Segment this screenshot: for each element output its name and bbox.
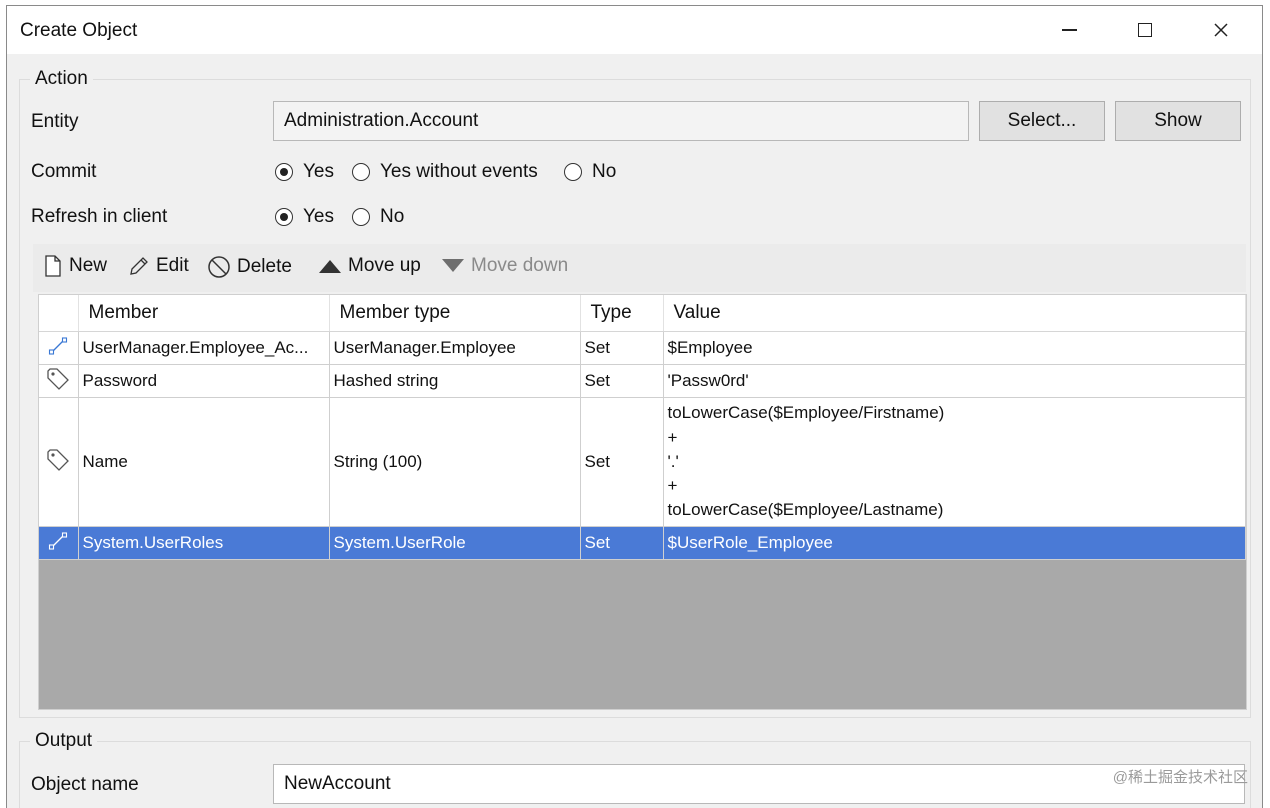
show-button[interactable]: Show [1115, 101, 1241, 141]
column-header-type[interactable]: Type [580, 295, 664, 332]
delete-button[interactable]: Delete [207, 255, 292, 279]
refresh-no-radio[interactable]: No [352, 206, 404, 228]
delete-label: Delete [237, 256, 292, 277]
type-cell: Set [580, 397, 664, 527]
maximize-icon [1138, 23, 1152, 37]
table-row[interactable]: Password Hashed string Set 'Passw0rd' [39, 364, 1246, 398]
object-name-value: NewAccount [284, 773, 391, 794]
object-name-input[interactable]: NewAccount [273, 764, 1245, 804]
type-cell: Set [580, 331, 664, 365]
triangle-up-icon [319, 260, 341, 273]
refresh-label: Refresh in client [31, 206, 168, 227]
type-cell: Set [580, 526, 664, 560]
value-cell: toLowerCase($Employee/Firstname) + '.' +… [663, 397, 1246, 527]
column-header-member-type[interactable]: Member type [329, 295, 581, 332]
value-line: + [667, 476, 678, 496]
refresh-yes-label: Yes [303, 206, 334, 227]
commit-label: Commit [31, 161, 97, 182]
value-line: + [667, 427, 678, 447]
create-object-dialog: Create Object Action Entity Administrati… [6, 5, 1263, 808]
icon-column-header[interactable] [39, 295, 79, 332]
close-icon [1214, 23, 1228, 37]
row-icon-cell [39, 526, 79, 560]
close-button[interactable] [1183, 6, 1259, 54]
radio-unchecked-icon [352, 163, 370, 181]
table-header-row: Member Member type Type Value [39, 295, 1246, 332]
commit-no-label: No [592, 161, 617, 182]
delete-icon [208, 256, 230, 278]
member-cell: Password [78, 364, 330, 398]
entity-label: Entity [31, 111, 79, 132]
member-cell: UserManager.Employee_Ac... [78, 331, 330, 365]
value-cell: $UserRole_Employee [663, 526, 1246, 560]
edit-label: Edit [156, 255, 189, 276]
radio-unchecked-icon [564, 163, 582, 181]
member-type-cell: Hashed string [329, 364, 581, 398]
members-grid[interactable]: Member Member type Type Value UserManage… [38, 294, 1247, 710]
output-legend: Output [35, 730, 93, 751]
select-button[interactable]: Select... [979, 101, 1105, 141]
column-header-member[interactable]: Member [78, 295, 330, 332]
value-cell: $Employee [663, 331, 1246, 365]
refresh-yes-radio[interactable]: Yes [275, 206, 334, 228]
edit-button[interactable]: Edit [128, 255, 189, 277]
triangle-down-icon [442, 259, 464, 272]
members-table: Member Member type Type Value UserManage… [39, 295, 1246, 560]
move-down-label: Move down [471, 255, 569, 276]
association-icon [49, 531, 68, 550]
table-row-selected[interactable]: System.UserRoles System.UserRole Set $Us… [39, 526, 1246, 560]
radio-checked-icon [275, 163, 293, 181]
commit-no-radio[interactable]: No [564, 161, 616, 183]
row-icon-cell [39, 331, 79, 365]
watermark: @稀土掘金技术社区 [1112, 769, 1248, 786]
new-button[interactable]: New [43, 255, 107, 277]
title-bar[interactable]: Create Object [7, 6, 1262, 54]
member-cell: Name [78, 397, 330, 527]
minimize-icon [1061, 29, 1077, 31]
commit-yes-without-events-radio[interactable]: Yes without events [352, 161, 538, 183]
entity-field[interactable]: Administration.Account [273, 101, 969, 141]
association-icon [49, 336, 68, 355]
column-header-value[interactable]: Value [663, 295, 1246, 332]
commit-yes-label: Yes [303, 161, 334, 182]
radio-unchecked-icon [352, 208, 370, 226]
maximize-button[interactable] [1107, 6, 1183, 54]
entity-value: Administration.Account [284, 110, 479, 131]
minimize-button[interactable] [1031, 6, 1107, 54]
value-line: toLowerCase($Employee/Firstname) [667, 403, 945, 423]
type-cell: Set [580, 364, 664, 398]
commit-yes-without-events-label: Yes without events [380, 161, 538, 182]
member-type-cell: UserManager.Employee [329, 331, 581, 365]
object-name-label: Object name [31, 774, 139, 795]
value-cell: 'Passw0rd' [663, 364, 1246, 398]
move-down-button[interactable]: Move down [441, 255, 568, 277]
table-row[interactable]: Name String (100) Set toLowerCase($Emplo… [39, 397, 1246, 527]
members-toolbar: New Edit Delete Move up Move down [33, 244, 1246, 292]
new-label: New [69, 255, 108, 276]
member-type-cell: String (100) [329, 397, 581, 527]
commit-yes-radio[interactable]: Yes [275, 161, 334, 183]
row-icon-cell [39, 397, 79, 527]
move-up-button[interactable]: Move up [318, 255, 421, 277]
value-line: '.' [667, 451, 679, 471]
table-row[interactable]: UserManager.Employee_Ac... UserManager.E… [39, 331, 1246, 365]
attribute-tag-icon [47, 448, 70, 471]
refresh-no-label: No [380, 206, 405, 227]
attribute-tag-icon [47, 367, 70, 390]
radio-checked-icon [275, 208, 293, 226]
member-cell: System.UserRoles [78, 526, 330, 560]
value-line: toLowerCase($Employee/Lastname) [667, 500, 944, 520]
move-up-label: Move up [348, 255, 421, 276]
action-legend: Action [35, 68, 88, 89]
new-document-icon [45, 255, 61, 277]
member-type-cell: System.UserRole [329, 526, 581, 560]
pencil-icon [130, 257, 148, 275]
window-title: Create Object [20, 20, 138, 41]
row-icon-cell [39, 364, 79, 398]
